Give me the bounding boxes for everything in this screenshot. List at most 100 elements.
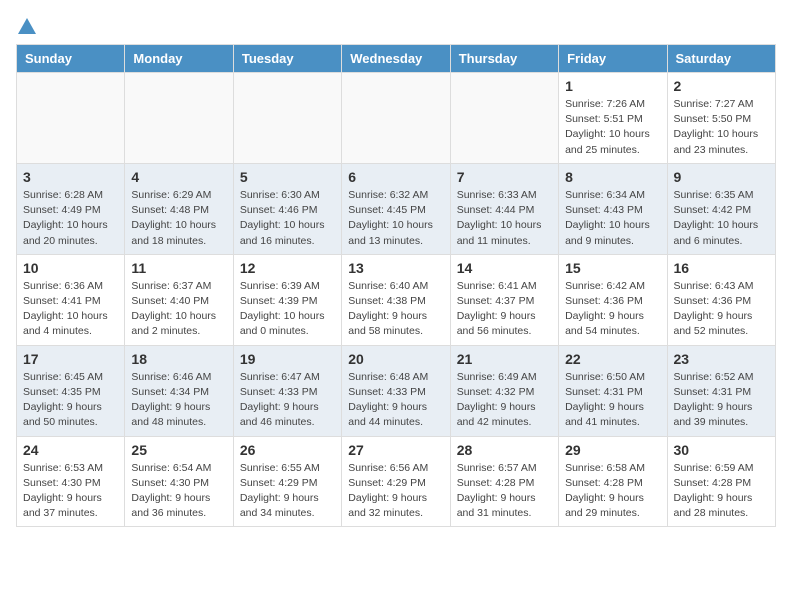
calendar-day: 25Sunrise: 6:54 AM Sunset: 4:30 PM Dayli… <box>125 436 233 527</box>
day-info: Sunrise: 6:37 AM Sunset: 4:40 PM Dayligh… <box>131 279 226 340</box>
page-header <box>16 16 776 34</box>
day-info: Sunrise: 6:42 AM Sunset: 4:36 PM Dayligh… <box>565 279 660 340</box>
logo-icon <box>16 16 38 38</box>
day-number: 20 <box>348 351 443 367</box>
calendar-day: 10Sunrise: 6:36 AM Sunset: 4:41 PM Dayli… <box>17 254 125 345</box>
day-number: 5 <box>240 169 335 185</box>
day-number: 13 <box>348 260 443 276</box>
day-info: Sunrise: 6:29 AM Sunset: 4:48 PM Dayligh… <box>131 188 226 249</box>
calendar-day: 1 Sunrise: 7:26 AM Sunset: 5:51 PM Daylig… <box>559 73 667 164</box>
day-info: Sunrise: 6:41 AM Sunset: 4:37 PM Dayligh… <box>457 279 552 340</box>
calendar-day: 28Sunrise: 6:57 AM Sunset: 4:28 PM Dayli… <box>450 436 558 527</box>
day-number: 19 <box>240 351 335 367</box>
calendar-day: 12Sunrise: 6:39 AM Sunset: 4:39 PM Dayli… <box>233 254 341 345</box>
calendar-day: 3Sunrise: 6:28 AM Sunset: 4:49 PM Daylig… <box>17 163 125 254</box>
day-info: Sunrise: 6:46 AM Sunset: 4:34 PM Dayligh… <box>131 370 226 431</box>
calendar-day: 22 Sunrise: 6:50 AM Sunset: 4:31 PM Dayli… <box>559 345 667 436</box>
calendar-day <box>17 73 125 164</box>
day-info: Sunrise: 6:45 AM Sunset: 4:35 PM Dayligh… <box>23 370 118 431</box>
day-number: 11 <box>131 260 226 276</box>
day-info: Sunrise: 6:54 AM Sunset: 4:30 PM Dayligh… <box>131 461 226 522</box>
day-number: 16 <box>674 260 770 276</box>
calendar-day: 24 Sunrise: 6:53 AM Sunset: 4:30 PM Dayli… <box>17 436 125 527</box>
calendar-week-row: 3Sunrise: 6:28 AM Sunset: 4:49 PM Daylig… <box>17 163 776 254</box>
day-number: 30 <box>674 442 770 458</box>
day-number: 7 <box>457 169 552 185</box>
day-info: Sunrise: 7:26 AM Sunset: 5:51 PM Dayligh… <box>565 97 660 158</box>
day-info: Sunrise: 6:58 AM Sunset: 4:28 PM Dayligh… <box>565 461 660 522</box>
day-number: 26 <box>240 442 335 458</box>
calendar-day: 6 Sunrise: 6:32 AM Sunset: 4:45 PM Daylig… <box>342 163 450 254</box>
day-number: 6 <box>348 169 443 185</box>
day-info: Sunrise: 6:30 AM Sunset: 4:46 PM Dayligh… <box>240 188 335 249</box>
calendar-day: 5 Sunrise: 6:30 AM Sunset: 4:46 PM Daylig… <box>233 163 341 254</box>
calendar-week-row: 10Sunrise: 6:36 AM Sunset: 4:41 PM Dayli… <box>17 254 776 345</box>
day-header-thursday: Thursday <box>450 45 558 73</box>
calendar-day <box>450 73 558 164</box>
logo-text <box>16 16 38 38</box>
day-number: 18 <box>131 351 226 367</box>
calendar-day: 8Sunrise: 6:34 AM Sunset: 4:43 PM Daylig… <box>559 163 667 254</box>
day-number: 28 <box>457 442 552 458</box>
calendar-header-row: SundayMondayTuesdayWednesdayThursdayFrid… <box>17 45 776 73</box>
day-number: 1 <box>565 78 660 94</box>
calendar-day: 21 Sunrise: 6:49 AM Sunset: 4:32 PM Dayli… <box>450 345 558 436</box>
day-info: Sunrise: 6:52 AM Sunset: 4:31 PM Dayligh… <box>674 370 770 431</box>
day-number: 23 <box>674 351 770 367</box>
calendar-day: 17 Sunrise: 6:45 AM Sunset: 4:35 PM Dayli… <box>17 345 125 436</box>
day-info: Sunrise: 6:35 AM Sunset: 4:42 PM Dayligh… <box>674 188 770 249</box>
day-info: Sunrise: 6:32 AM Sunset: 4:45 PM Dayligh… <box>348 188 443 249</box>
day-number: 8 <box>565 169 660 185</box>
day-number: 27 <box>348 442 443 458</box>
calendar-day: 27 Sunrise: 6:56 AM Sunset: 4:29 PM Dayli… <box>342 436 450 527</box>
calendar-day: 15 Sunrise: 6:42 AM Sunset: 4:36 PM Dayli… <box>559 254 667 345</box>
calendar-day: 20 Sunrise: 6:48 AM Sunset: 4:33 PM Dayli… <box>342 345 450 436</box>
calendar-day: 9Sunrise: 6:35 AM Sunset: 4:42 PM Daylig… <box>667 163 776 254</box>
calendar-week-row: 1 Sunrise: 7:26 AM Sunset: 5:51 PM Daylig… <box>17 73 776 164</box>
day-header-wednesday: Wednesday <box>342 45 450 73</box>
day-info: Sunrise: 6:49 AM Sunset: 4:32 PM Dayligh… <box>457 370 552 431</box>
day-header-saturday: Saturday <box>667 45 776 73</box>
day-info: Sunrise: 6:55 AM Sunset: 4:29 PM Dayligh… <box>240 461 335 522</box>
day-info: Sunrise: 6:53 AM Sunset: 4:30 PM Dayligh… <box>23 461 118 522</box>
calendar-day: 19 Sunrise: 6:47 AM Sunset: 4:33 PM Dayli… <box>233 345 341 436</box>
day-number: 12 <box>240 260 335 276</box>
calendar-day: 26 Sunrise: 6:55 AM Sunset: 4:29 PM Dayli… <box>233 436 341 527</box>
day-info: Sunrise: 6:50 AM Sunset: 4:31 PM Dayligh… <box>565 370 660 431</box>
day-header-monday: Monday <box>125 45 233 73</box>
day-info: Sunrise: 6:47 AM Sunset: 4:33 PM Dayligh… <box>240 370 335 431</box>
day-number: 15 <box>565 260 660 276</box>
calendar-day <box>342 73 450 164</box>
calendar-day: 4Sunrise: 6:29 AM Sunset: 4:48 PM Daylig… <box>125 163 233 254</box>
calendar-week-row: 17 Sunrise: 6:45 AM Sunset: 4:35 PM Dayli… <box>17 345 776 436</box>
day-number: 29 <box>565 442 660 458</box>
day-info: Sunrise: 6:48 AM Sunset: 4:33 PM Dayligh… <box>348 370 443 431</box>
day-number: 2 <box>674 78 770 94</box>
day-number: 22 <box>565 351 660 367</box>
calendar-day <box>125 73 233 164</box>
calendar-day: 29 Sunrise: 6:58 AM Sunset: 4:28 PM Dayli… <box>559 436 667 527</box>
day-info: Sunrise: 6:36 AM Sunset: 4:41 PM Dayligh… <box>23 279 118 340</box>
calendar-day <box>233 73 341 164</box>
calendar-day: 30 Sunrise: 6:59 AM Sunset: 4:28 PM Dayli… <box>667 436 776 527</box>
day-info: Sunrise: 6:59 AM Sunset: 4:28 PM Dayligh… <box>674 461 770 522</box>
day-header-friday: Friday <box>559 45 667 73</box>
page-container: SundayMondayTuesdayWednesdayThursdayFrid… <box>0 0 792 543</box>
calendar-day: 11 Sunrise: 6:37 AM Sunset: 4:40 PM Dayli… <box>125 254 233 345</box>
day-number: 24 <box>23 442 118 458</box>
day-info: Sunrise: 6:28 AM Sunset: 4:49 PM Dayligh… <box>23 188 118 249</box>
calendar-day: 2Sunrise: 7:27 AM Sunset: 5:50 PM Daylig… <box>667 73 776 164</box>
day-number: 21 <box>457 351 552 367</box>
calendar-day: 7 Sunrise: 6:33 AM Sunset: 4:44 PM Daylig… <box>450 163 558 254</box>
day-info: Sunrise: 6:33 AM Sunset: 4:44 PM Dayligh… <box>457 188 552 249</box>
day-number: 14 <box>457 260 552 276</box>
calendar-day: 23 Sunrise: 6:52 AM Sunset: 4:31 PM Dayli… <box>667 345 776 436</box>
calendar-day: 14 Sunrise: 6:41 AM Sunset: 4:37 PM Dayli… <box>450 254 558 345</box>
day-header-sunday: Sunday <box>17 45 125 73</box>
day-info: Sunrise: 6:40 AM Sunset: 4:38 PM Dayligh… <box>348 279 443 340</box>
day-number: 17 <box>23 351 118 367</box>
calendar-table: SundayMondayTuesdayWednesdayThursdayFrid… <box>16 44 776 527</box>
day-header-tuesday: Tuesday <box>233 45 341 73</box>
day-info: Sunrise: 6:56 AM Sunset: 4:29 PM Dayligh… <box>348 461 443 522</box>
calendar-week-row: 24 Sunrise: 6:53 AM Sunset: 4:30 PM Dayli… <box>17 436 776 527</box>
